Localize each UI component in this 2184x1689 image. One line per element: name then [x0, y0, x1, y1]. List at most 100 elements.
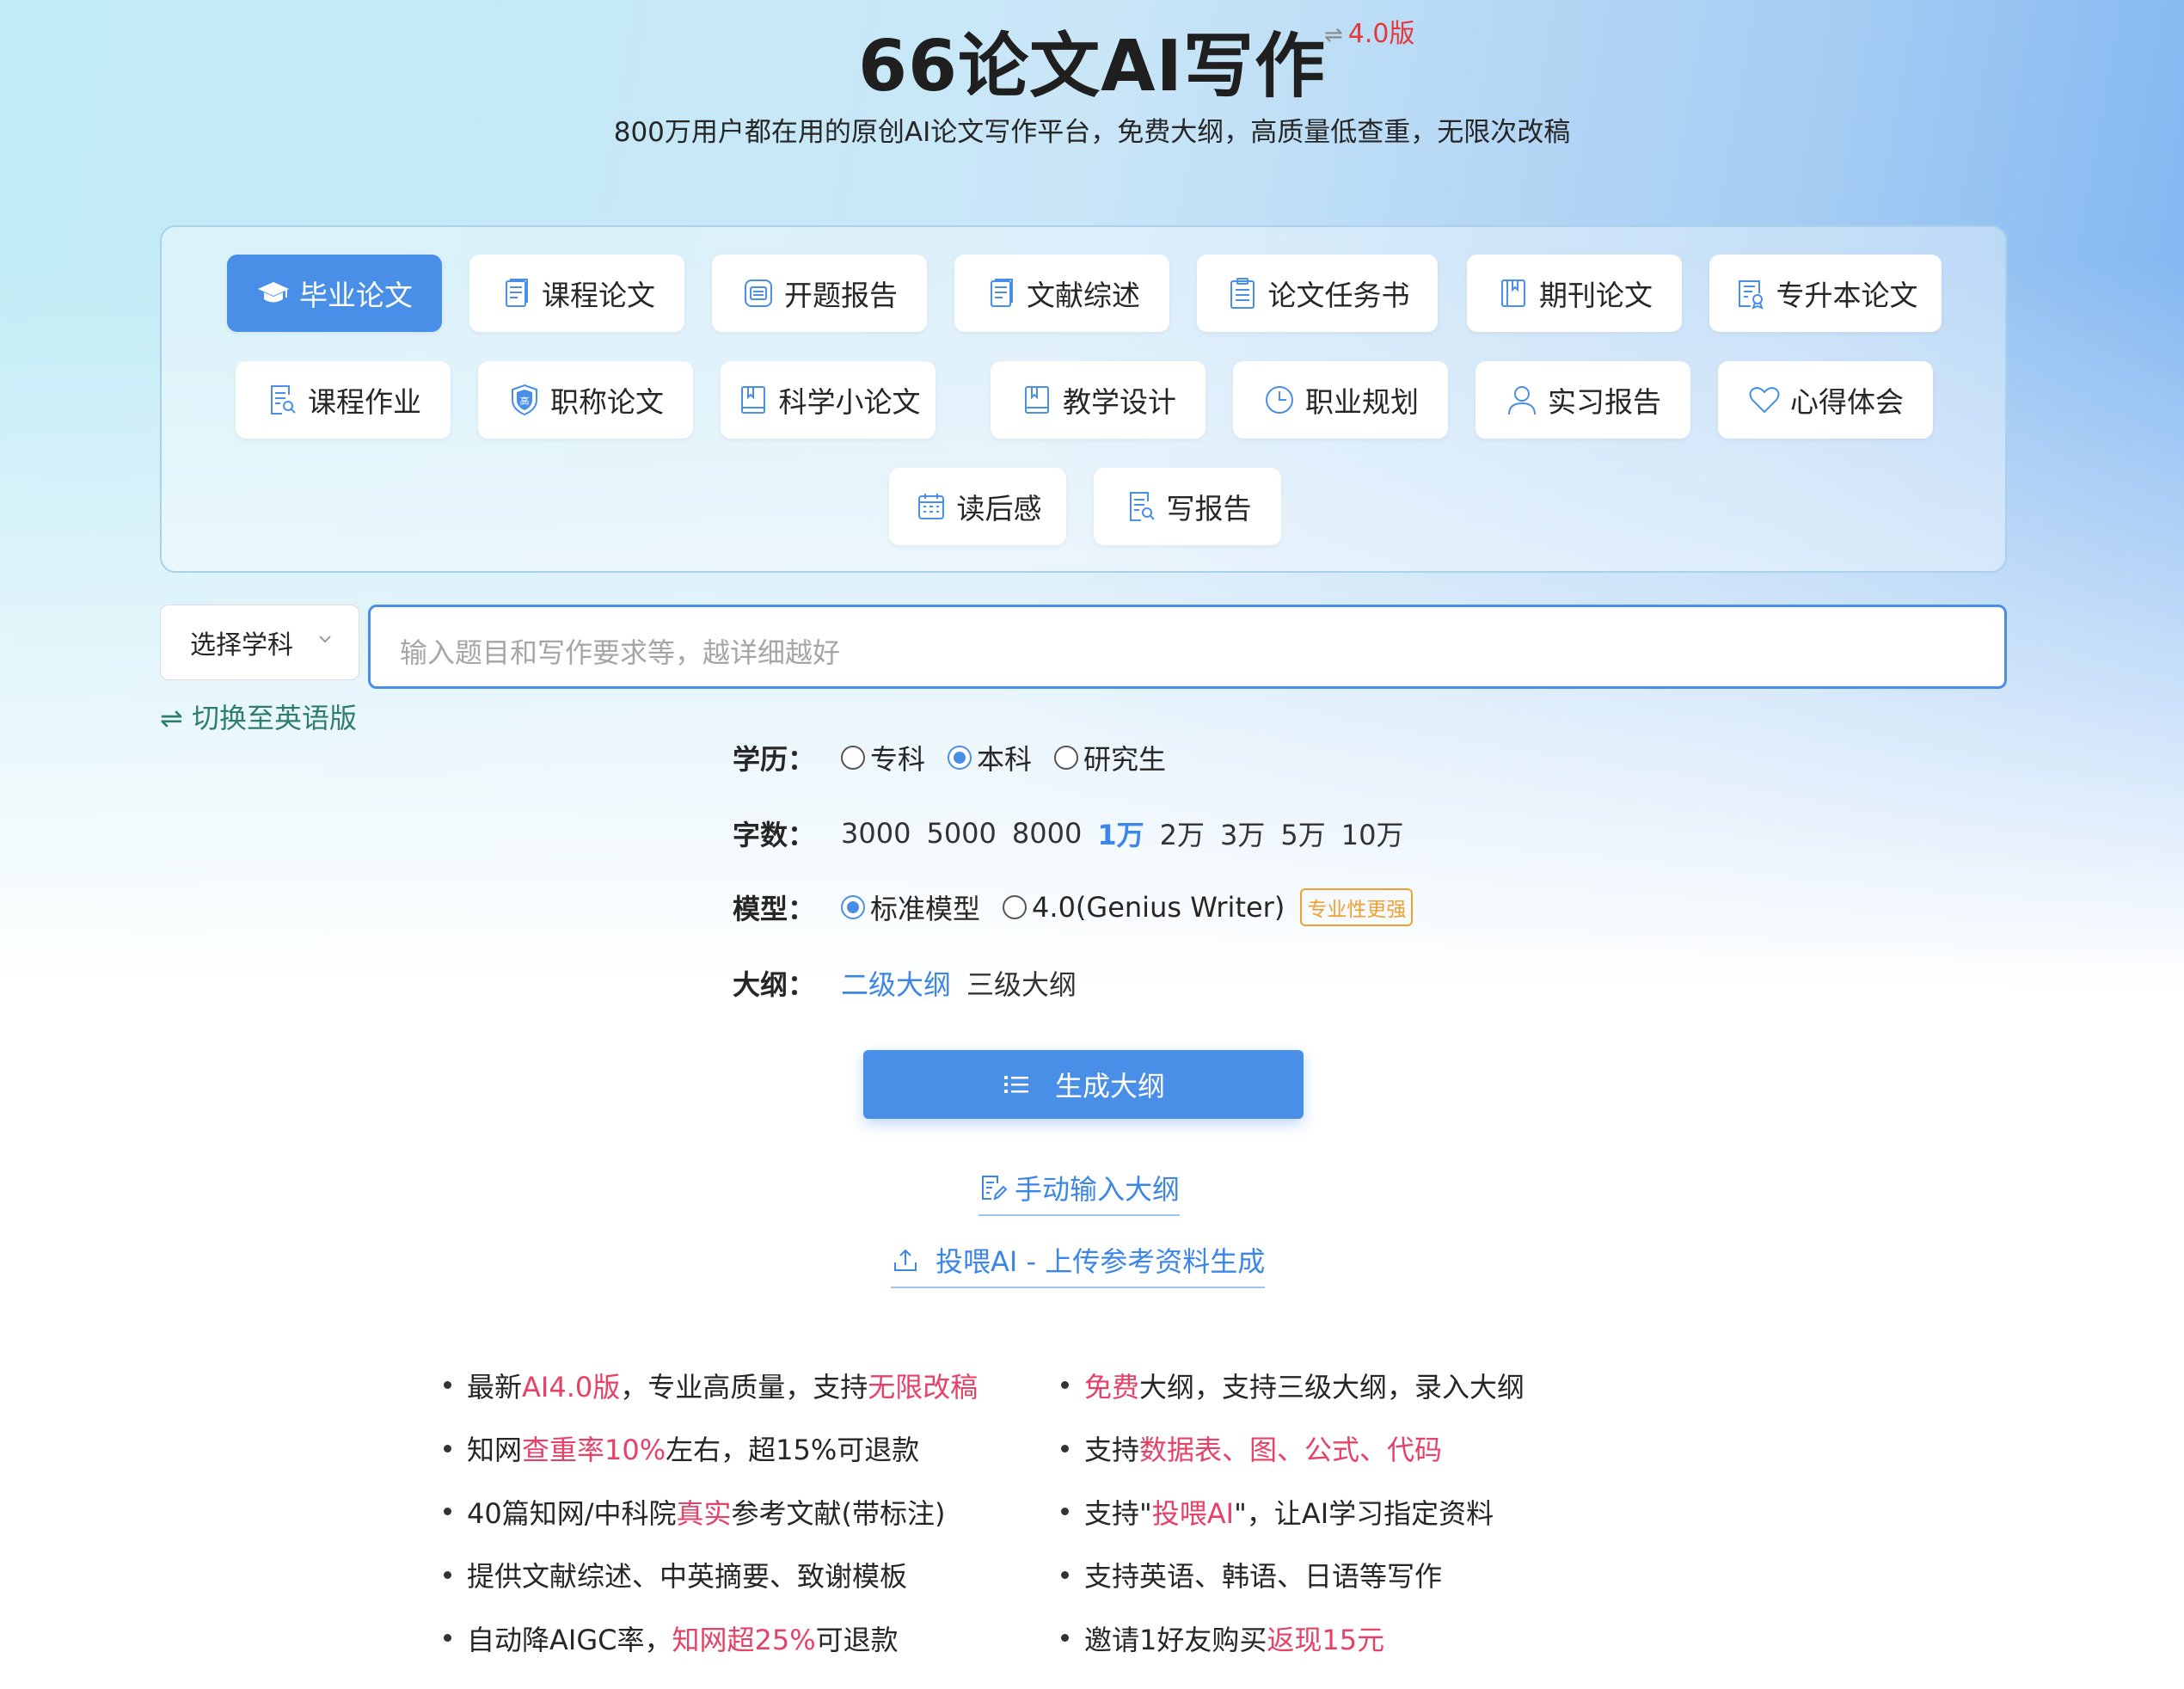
- feature-text: 参考文献(带标注): [731, 1496, 946, 1530]
- feature-text: 支持: [1084, 1434, 1140, 1467]
- page-subtitle: 800万用户都在用的原创AI论文写作平台，免费大纲，高质量低查重，无限次改稿: [613, 117, 1571, 148]
- upload-reference-link[interactable]: 投喂AI - 上传参考资料生成: [891, 1240, 1266, 1288]
- type-button-science-paper[interactable]: 科学小论文: [721, 361, 936, 439]
- version-switch[interactable]: ⇌ 4.0版: [1324, 12, 1415, 50]
- outline-row: 大纲： 二级大纲 三级大纲: [733, 963, 1099, 1003]
- subject-select[interactable]: 选择学科: [160, 605, 359, 680]
- model-tag: 专业性更强: [1300, 888, 1414, 926]
- paper-type-panel: 毕业论文 课程论文 开题报告 文献综述 论文任务书 期刊论文 专升本论文 课程作…: [160, 225, 2007, 573]
- bullet-dot: [1061, 1508, 1069, 1516]
- manual-outline-link[interactable]: 手动输入大纲: [979, 1168, 1181, 1216]
- type-button-upgrade-paper[interactable]: 专升本论文: [1709, 255, 1942, 332]
- feature-item: 邀请1好友购买 返现15元: [1061, 1606, 1525, 1670]
- word-count-option[interactable]: 3000: [841, 817, 911, 850]
- type-button-course-homework[interactable]: 课程作业: [236, 361, 451, 439]
- type-button-task-book[interactable]: 论文任务书: [1197, 255, 1438, 332]
- radio-circle: [1003, 895, 1028, 919]
- feature-text: 邀请1好友购买: [1084, 1623, 1267, 1656]
- type-label: 专升本论文: [1776, 279, 1918, 312]
- bullet-dot: [444, 1634, 451, 1643]
- word-count-option[interactable]: 5000: [926, 817, 996, 850]
- book-icon: [1025, 386, 1049, 414]
- type-button-career-plan[interactable]: 职业规划: [1233, 361, 1448, 439]
- radio-circle-checked: [948, 746, 972, 770]
- type-button-proposal[interactable]: 开题报告: [712, 255, 927, 332]
- model-radio-genius[interactable]: 4.0(Genius Writer): [1003, 891, 1285, 924]
- type-label: 课程论文: [542, 279, 655, 312]
- feature-item: 支持英语、韩语、日语等写作: [1061, 1544, 1525, 1607]
- feature-highlight: 知网超25%: [672, 1623, 816, 1656]
- type-label: 职称论文: [550, 385, 664, 419]
- type-button-course-paper[interactable]: 课程论文: [469, 255, 684, 332]
- type-label: 心得体会: [1790, 385, 1904, 419]
- type-button-reflection[interactable]: 心得体会: [1718, 361, 1933, 439]
- graduation-cap-icon: [258, 282, 289, 303]
- radio-circle-checked: [841, 895, 866, 919]
- feature-text: 最新: [467, 1370, 523, 1403]
- bullet-dot: [444, 1570, 451, 1579]
- type-label: 论文任务书: [1267, 279, 1410, 312]
- subject-select-label: 选择学科: [190, 630, 293, 660]
- feature-item: 支持 数据表、图、公式、代码: [1061, 1417, 1525, 1481]
- type-button-book-review[interactable]: 读后感: [889, 468, 1066, 545]
- education-radio-junior[interactable]: 专科: [841, 738, 925, 777]
- word-count-option[interactable]: 2万: [1160, 814, 1205, 853]
- word-count-option[interactable]: 3万: [1220, 814, 1265, 853]
- feature-highlight: 真实: [676, 1496, 732, 1530]
- feature-highlight: 无限改稿: [868, 1370, 979, 1403]
- radio-label: 本科: [977, 743, 1033, 776]
- feature-highlight: 数据表、图、公式、代码: [1139, 1434, 1443, 1467]
- word-count-row: 字数： 3000 5000 8000 1万 2万 3万 5万 10万: [733, 814, 1403, 853]
- type-button-write-report[interactable]: 写报告: [1094, 468, 1281, 545]
- feature-text: "，让AI学习指定资料: [1234, 1496, 1494, 1530]
- word-count-option[interactable]: 10万: [1341, 814, 1404, 853]
- word-count-option[interactable]: 5万: [1280, 814, 1325, 853]
- bullet-dot: [1061, 1570, 1069, 1579]
- word-count-option[interactable]: 8000: [1012, 817, 1082, 850]
- type-button-teaching-design[interactable]: 教学设计: [991, 361, 1205, 439]
- feature-highlight: 返现15元: [1267, 1623, 1385, 1656]
- version-label: 4.0版: [1347, 19, 1415, 49]
- type-button-graduation[interactable]: 毕业论文: [227, 255, 442, 332]
- type-label: 科学小论文: [778, 385, 921, 419]
- model-row: 模型： 标准模型 4.0(Genius Writer) 专业性更强: [733, 887, 1414, 927]
- feature-item: 自动降AIGC率， 知网超25% 可退款: [444, 1606, 978, 1670]
- outline-option-selected[interactable]: 二级大纲: [841, 963, 951, 1003]
- type-button-journal[interactable]: 期刊论文: [1467, 255, 1682, 332]
- model-label: 模型：: [733, 893, 816, 925]
- radio-label: 标准模型: [870, 893, 981, 925]
- calendar-icon: [917, 494, 944, 519]
- word-count-option-selected[interactable]: 1万: [1097, 814, 1144, 853]
- feature-text: 40篇知网/中科院: [467, 1496, 677, 1530]
- bullet-dot: [1061, 1381, 1069, 1390]
- radio-circle: [841, 746, 866, 770]
- document-stack-icon: [991, 279, 1013, 307]
- bullet-dot: [444, 1508, 451, 1516]
- generate-outline-button[interactable]: 生成大纲: [863, 1050, 1304, 1119]
- type-label: 读后感: [956, 492, 1042, 525]
- clipboard-icon: [1230, 278, 1255, 309]
- type-button-internship-report[interactable]: 实习报告: [1475, 361, 1690, 439]
- type-label: 文献综述: [1027, 279, 1140, 312]
- education-radio-graduate[interactable]: 研究生: [1054, 738, 1166, 777]
- type-button-literature-review[interactable]: 文献综述: [954, 255, 1169, 332]
- outline-option[interactable]: 三级大纲: [966, 963, 1077, 1003]
- type-button-title-paper[interactable]: 高 职称论文: [478, 361, 693, 439]
- feature-item: 最新 AI4.0版 ，专业高质量，支持 无限改稿: [444, 1354, 978, 1417]
- word-count-label: 字数：: [733, 819, 816, 851]
- feature-text: 左右，超15%可退款: [666, 1434, 920, 1467]
- manual-outline-label: 手动输入大纲: [1015, 1173, 1181, 1206]
- type-label: 职业规划: [1305, 385, 1419, 419]
- feature-item: 支持" 投喂AI "，让AI学习指定资料: [1061, 1480, 1525, 1544]
- radio-circle: [1054, 746, 1079, 770]
- chevron-down-icon: [319, 636, 331, 643]
- feature-text: 支持": [1084, 1496, 1152, 1530]
- education-row: 学历： 专科 本科 研究生: [733, 738, 1188, 777]
- topic-input[interactable]: [368, 605, 2007, 689]
- feature-item: 40篇知网/中科院 真实 参考文献(带标注): [444, 1480, 978, 1544]
- education-radio-bachelor[interactable]: 本科: [948, 738, 1032, 777]
- model-radio-standard[interactable]: 标准模型: [841, 887, 980, 927]
- switch-english-link[interactable]: ⇌ 切换至英语版: [160, 697, 357, 736]
- feature-highlight: AI4.0版: [522, 1370, 621, 1403]
- bullet-dot: [444, 1381, 451, 1390]
